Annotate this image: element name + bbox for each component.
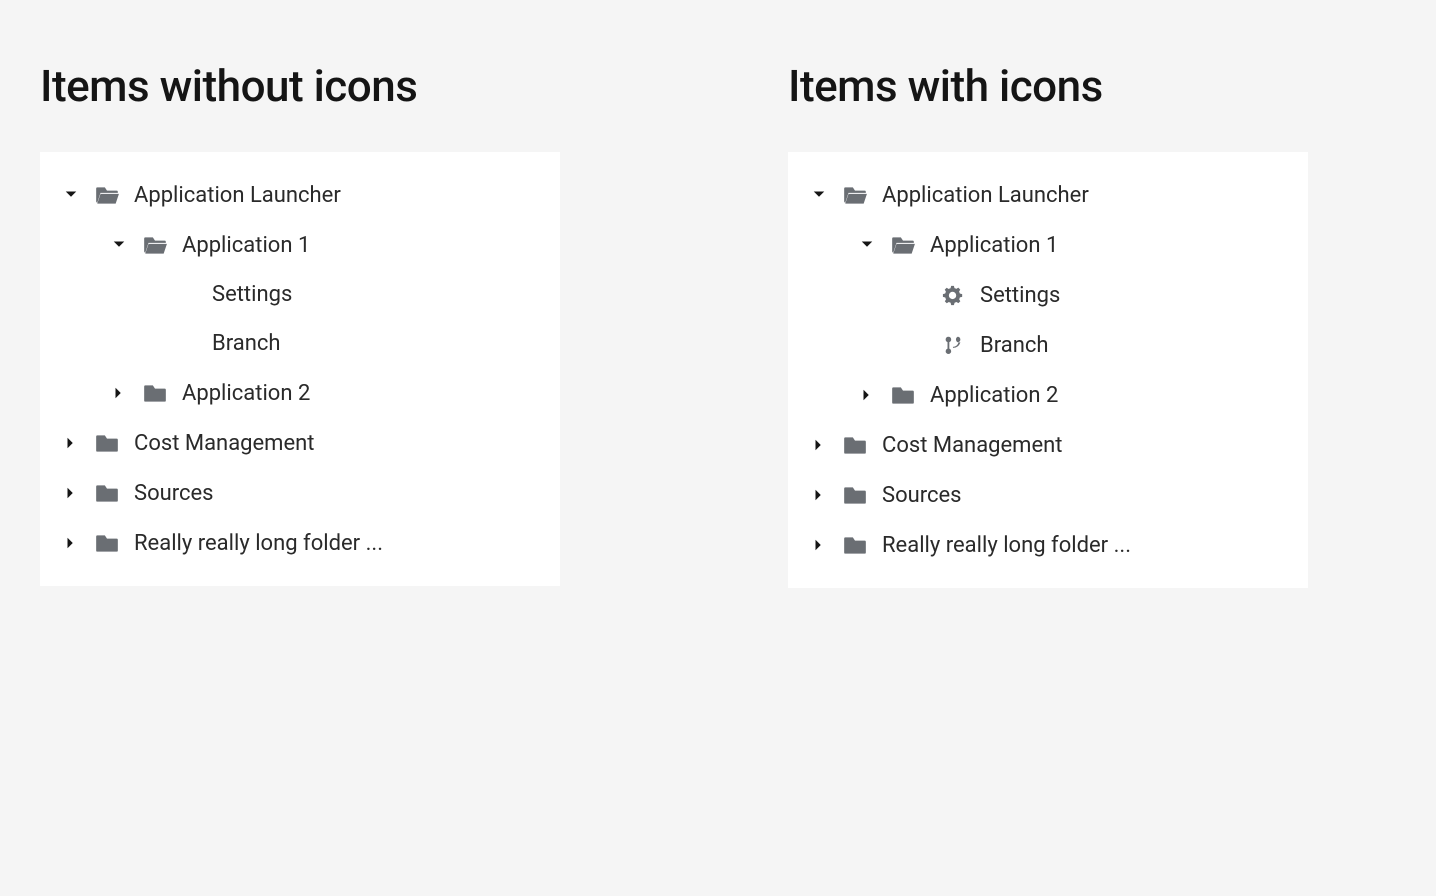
folder-closed-icon: [890, 382, 916, 408]
tree-with-icons: Application Launcher Application 1 Setti…: [788, 152, 1308, 588]
tree-node-application-launcher[interactable]: Application Launcher: [810, 170, 1286, 220]
tree-node-sources[interactable]: Sources: [810, 470, 1286, 520]
tree-node-application-1[interactable]: Application 1: [810, 220, 1286, 270]
tree-node-cost-management[interactable]: Cost Management: [62, 418, 538, 468]
folder-open-icon: [842, 182, 868, 208]
chevron-right-icon[interactable]: [62, 484, 80, 502]
folder-closed-icon: [842, 482, 868, 508]
tree-node-application-2[interactable]: Application 2: [62, 368, 538, 418]
tree-node-long-folder[interactable]: Really really long folder ...: [810, 520, 1286, 570]
tree-node-label: Application 2: [930, 383, 1058, 408]
tree-node-long-folder[interactable]: Really really long folder ...: [62, 518, 538, 568]
folder-closed-icon: [842, 432, 868, 458]
tree-node-label: Cost Management: [134, 431, 315, 456]
chevron-down-icon[interactable]: [810, 186, 828, 204]
section-title-with-icons: Items with icons: [788, 60, 1396, 112]
tree-node-label: Application 1: [930, 233, 1058, 258]
chevron-right-icon[interactable]: [810, 436, 828, 454]
chevron-right-icon[interactable]: [62, 434, 80, 452]
gear-icon: [940, 282, 966, 308]
tree-node-label: Really really long folder ...: [882, 533, 1131, 558]
folder-closed-icon: [842, 532, 868, 558]
section-title-without-icons: Items without icons: [40, 60, 648, 112]
section-with-icons: Items with icons Application Launcher Ap…: [788, 60, 1396, 588]
tree-node-label: Branch: [980, 333, 1048, 358]
tree-node-branch[interactable]: Branch: [810, 320, 1286, 370]
folder-open-icon: [142, 232, 168, 258]
chevron-down-icon[interactable]: [62, 186, 80, 204]
folder-closed-icon: [94, 430, 120, 456]
chevron-right-icon[interactable]: [810, 486, 828, 504]
tree-without-icons: Application Launcher Application 1 Setti…: [40, 152, 560, 586]
tree-node-label: Branch: [212, 331, 280, 356]
tree-node-label: Sources: [134, 481, 214, 506]
tree-node-settings[interactable]: Settings: [62, 270, 538, 319]
tree-node-label: Application Launcher: [882, 183, 1089, 208]
section-without-icons: Items without icons Application Launcher…: [40, 60, 648, 586]
tree-node-sources[interactable]: Sources: [62, 468, 538, 518]
tree-node-cost-management[interactable]: Cost Management: [810, 420, 1286, 470]
folder-open-icon: [890, 232, 916, 258]
branch-icon: [940, 332, 966, 358]
tree-node-label: Sources: [882, 483, 962, 508]
folder-closed-icon: [142, 380, 168, 406]
tree-node-label: Cost Management: [882, 433, 1063, 458]
chevron-right-icon[interactable]: [62, 534, 80, 552]
tree-node-label: Settings: [212, 282, 292, 307]
tree-node-label: Settings: [980, 283, 1060, 308]
tree-node-label: Application 2: [182, 381, 310, 406]
tree-node-application-2[interactable]: Application 2: [810, 370, 1286, 420]
tree-node-label: Really really long folder ...: [134, 531, 383, 556]
tree-node-label: Application Launcher: [134, 183, 341, 208]
chevron-right-icon[interactable]: [810, 536, 828, 554]
chevron-right-icon[interactable]: [110, 384, 128, 402]
tree-node-application-1[interactable]: Application 1: [62, 220, 538, 270]
folder-closed-icon: [94, 530, 120, 556]
chevron-down-icon[interactable]: [858, 236, 876, 254]
tree-node-label: Application 1: [182, 233, 310, 258]
folder-closed-icon: [94, 480, 120, 506]
chevron-down-icon[interactable]: [110, 236, 128, 254]
tree-node-branch[interactable]: Branch: [62, 319, 538, 368]
tree-node-settings[interactable]: Settings: [810, 270, 1286, 320]
tree-node-application-launcher[interactable]: Application Launcher: [62, 170, 538, 220]
folder-open-icon: [94, 182, 120, 208]
chevron-right-icon[interactable]: [858, 386, 876, 404]
